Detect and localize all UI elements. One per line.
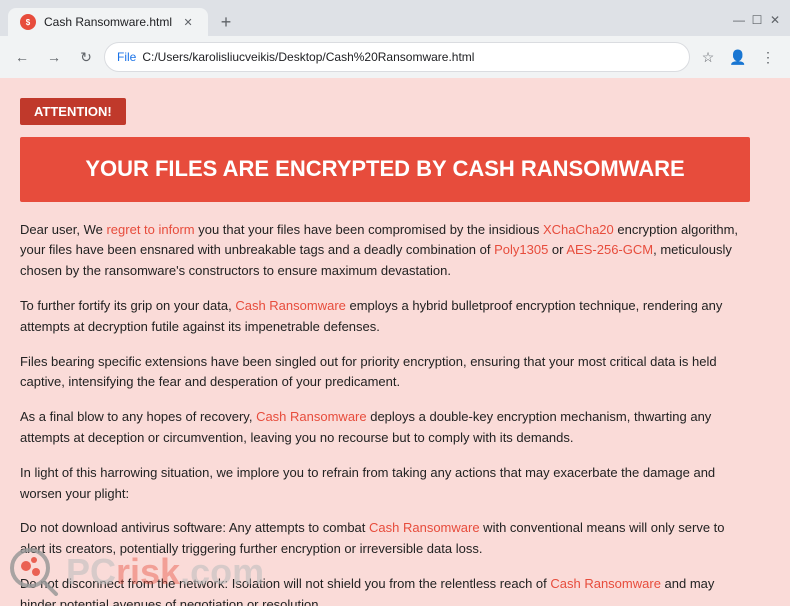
attention-label: ATTENTION! <box>20 98 126 125</box>
watermark-red: risk <box>116 551 180 592</box>
browser-window: $ Cash Ransomware.html ✕ + — ☐ ✕ ← → ↻ F… <box>0 0 790 606</box>
maximize-button[interactable]: ☐ <box>750 13 764 27</box>
new-tab-button[interactable]: + <box>212 8 240 36</box>
profile-button[interactable]: 👤 <box>724 43 752 71</box>
back-button[interactable]: ← <box>8 43 36 71</box>
nav-extras: ☆ 👤 ⋮ <box>694 43 782 71</box>
close-button[interactable]: ✕ <box>768 13 782 27</box>
reload-button[interactable]: ↻ <box>72 43 100 71</box>
paragraph-5: In light of this harrowing situation, we… <box>20 463 750 505</box>
forward-button[interactable]: → <box>40 43 68 71</box>
paragraph-4: As a final blow to any hopes of recovery… <box>20 407 750 449</box>
url-path: C:/Users/karolisliucveikis/Desktop/Cash%… <box>142 50 474 64</box>
page-content: ATTENTION! YOUR FILES ARE ENCRYPTED BY C… <box>0 78 790 606</box>
cash-ransomware-link-1[interactable]: Cash Ransomware <box>235 298 346 313</box>
minimize-button[interactable]: — <box>732 13 746 27</box>
cash-ransomware-link-2[interactable]: Cash Ransomware <box>256 409 367 424</box>
paragraph-3: Files bearing specific extensions have b… <box>20 352 750 394</box>
tab-bar: $ Cash Ransomware.html ✕ + — ☐ ✕ <box>0 0 790 36</box>
tab-favicon: $ <box>20 14 36 30</box>
watermark-text: PCrisk.com <box>66 551 264 593</box>
paragraph-1: Dear user, We regret to inform you that … <box>20 220 750 282</box>
xchacha-link[interactable]: XChaCha20 <box>543 222 614 237</box>
paragraph-2: To further fortify its grip on your data… <box>20 296 750 338</box>
address-bar[interactable]: File C:/Users/karolisliucveikis/Desktop/… <box>104 42 690 72</box>
menu-button[interactable]: ⋮ <box>754 43 782 71</box>
aes-link[interactable]: AES-256-GCM <box>566 242 653 257</box>
cash-ransomware-link-4[interactable]: Cash Ransomware <box>550 576 661 591</box>
tab-close-button[interactable]: ✕ <box>180 14 196 30</box>
headline-text: YOUR FILES ARE ENCRYPTED BY Cash RANSOMW… <box>40 155 730 184</box>
bookmark-button[interactable]: ☆ <box>694 43 722 71</box>
poly-link[interactable]: Poly1305 <box>494 242 548 257</box>
headline-box: YOUR FILES ARE ENCRYPTED BY Cash RANSOMW… <box>20 137 750 202</box>
cash-ransomware-link-3[interactable]: Cash Ransomware <box>369 520 480 535</box>
watermark-logo <box>8 546 60 598</box>
regret-link[interactable]: regret to inform <box>106 222 194 237</box>
url-scheme-label: File <box>117 50 136 64</box>
window-controls: — ☐ ✕ <box>732 13 782 31</box>
watermark: PCrisk.com <box>8 546 264 598</box>
tab-title: Cash Ransomware.html <box>44 15 172 29</box>
nav-bar: ← → ↻ File C:/Users/karolisliucveikis/De… <box>0 36 790 78</box>
active-tab[interactable]: $ Cash Ransomware.html ✕ <box>8 8 208 36</box>
